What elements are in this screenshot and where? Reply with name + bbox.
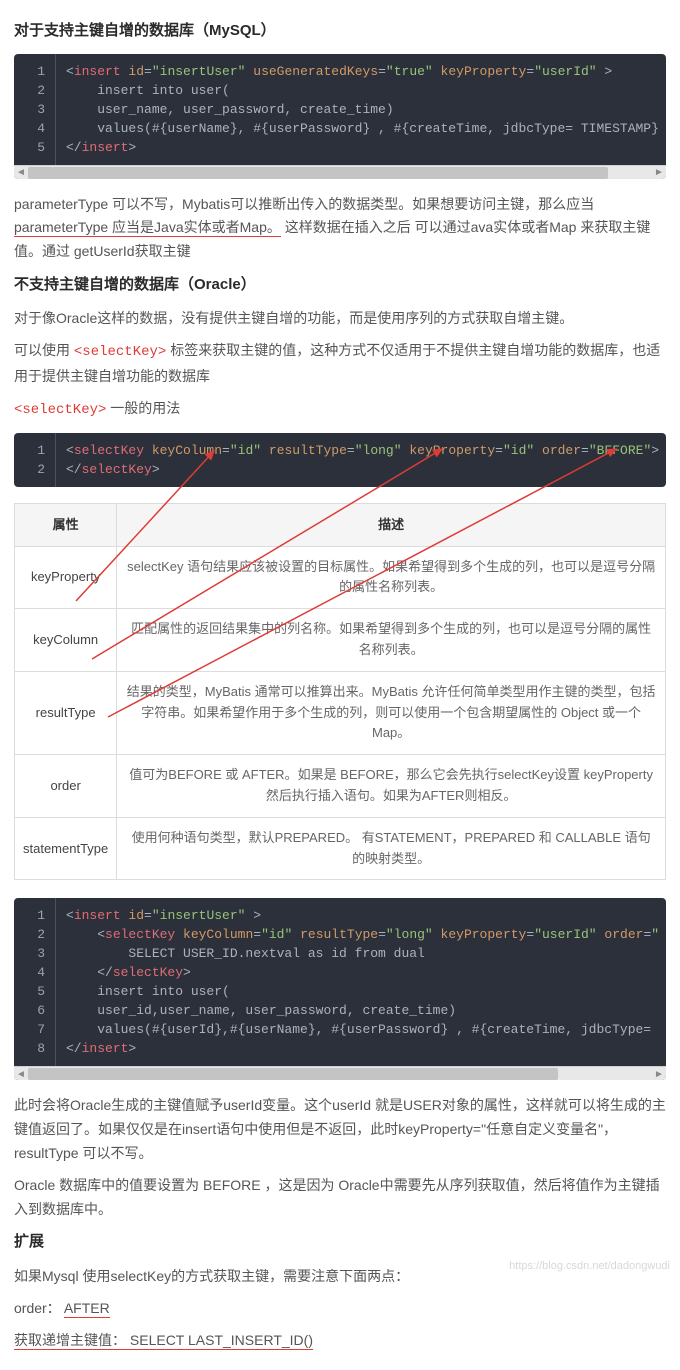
heading-mysql: 对于支持主键自增的数据库（MySQL） [14,18,666,44]
scroll-left-icon[interactable]: ◄ [14,1067,28,1081]
table-header-desc: 描述 [117,503,666,546]
table-row: order值可为BEFORE 或 AFTER。如果是 BEFORE，那么它会先执… [15,755,666,818]
paragraph: parameterType 可以不写，Mybatis可以推断出传入的数据类型。如… [14,193,666,264]
table-header-attr: 属性 [15,503,117,546]
desc-cell: selectKey 语句结果应该被设置的目标属性。如果希望得到多个生成的列，也可… [117,546,666,609]
paragraph: 此时会将Oracle生成的主键值赋予userId变量。这个userId 就是US… [14,1094,666,1165]
attr-cell: keyProperty [15,546,117,609]
scrollbar-thumb[interactable] [28,167,608,179]
paragraph: order： AFTER [14,1297,666,1321]
scroll-right-icon[interactable]: ► [652,166,666,180]
line-gutter: 12345 [14,54,56,165]
text: parameterType 可以不写，Mybatis可以推断出传入的数据类型。如… [14,196,594,212]
underlined-text: 获取递增主键值： [14,1332,130,1350]
code-block-3: 12345678 <insert id="insertUser" > <sele… [14,898,666,1080]
desc-cell: 值可为BEFORE 或 AFTER。如果是 BEFORE，那么它会先执行sele… [117,755,666,818]
horizontal-scrollbar[interactable]: ◄ ► [14,165,666,179]
attr-cell: resultType [15,671,117,754]
scrollbar-thumb[interactable] [28,1068,558,1080]
attr-cell: keyColumn [15,609,117,672]
code-block-2: 12 <selectKey keyColumn="id" resultType=… [14,433,666,487]
scroll-left-icon[interactable]: ◄ [14,166,28,180]
line-gutter: 12345678 [14,898,56,1066]
code-content: <insert id="insertUser" useGeneratedKeys… [56,54,666,165]
code-inline: <selectKey> [74,344,166,360]
attr-cell: order [15,755,117,818]
attr-cell: statementType [15,817,117,880]
underlined-text: AFTER [64,1300,110,1318]
heading-extension: 扩展 [14,1229,666,1255]
underlined-text: SELECT LAST_INSERT_ID() [130,1332,313,1350]
horizontal-scrollbar[interactable]: ◄ ► [14,1066,666,1080]
underlined-text: parameterType 应当是Java实体或者Map。 [14,219,281,237]
code-content: <insert id="insertUser" > <selectKey key… [56,898,666,1066]
text: 可以使用 [14,342,74,358]
text: order： [14,1300,64,1316]
desc-cell: 匹配属性的返回结果集中的列名称。如果希望得到多个生成的列，也可以是逗号分隔的属性… [117,609,666,672]
paragraph: Oracle 数据库中的值要设置为 BEFORE ，这是因为 Oracle中需要… [14,1174,666,1222]
desc-cell: 使用何种语句类型，默认PREPARED。 有STATEMENT，PREPARED… [117,817,666,880]
paragraph: 可以使用 <selectKey> 标签来获取主键的值，这种方式不仅适用于不提供主… [14,339,666,389]
line-gutter: 12 [14,433,56,487]
watermark: https://blog.csdn.net/dadongwudi [509,1257,670,1276]
code-inline: <selectKey> [14,402,106,418]
attributes-table: 属性 描述 keyPropertyselectKey 语句结果应该被设置的目标属… [14,503,666,881]
code-content: <selectKey keyColumn="id" resultType="lo… [56,433,666,487]
text: 一般的用法 [106,400,180,416]
scroll-right-icon[interactable]: ► [652,1067,666,1081]
code-block-1: 12345 <insert id="insertUser" useGenerat… [14,54,666,179]
table-row: resultType结果的类型，MyBatis 通常可以推算出来。MyBatis… [15,671,666,754]
desc-cell: 结果的类型，MyBatis 通常可以推算出来。MyBatis 允许任何简单类型用… [117,671,666,754]
table-row: keyColumn匹配属性的返回结果集中的列名称。如果希望得到多个生成的列，也可… [15,609,666,672]
heading-oracle: 不支持主键自增的数据库（Oracle） [14,272,666,298]
paragraph: 获取递增主键值： SELECT LAST_INSERT_ID() [14,1329,666,1353]
paragraph: 对于像Oracle这样的数据，没有提供主键自增的功能，而是使用序列的方式获取自增… [14,307,666,331]
table-row: statementType使用何种语句类型，默认PREPARED。 有STATE… [15,817,666,880]
paragraph: <selectKey> 一般的用法 [14,397,666,423]
table-row: keyPropertyselectKey 语句结果应该被设置的目标属性。如果希望… [15,546,666,609]
